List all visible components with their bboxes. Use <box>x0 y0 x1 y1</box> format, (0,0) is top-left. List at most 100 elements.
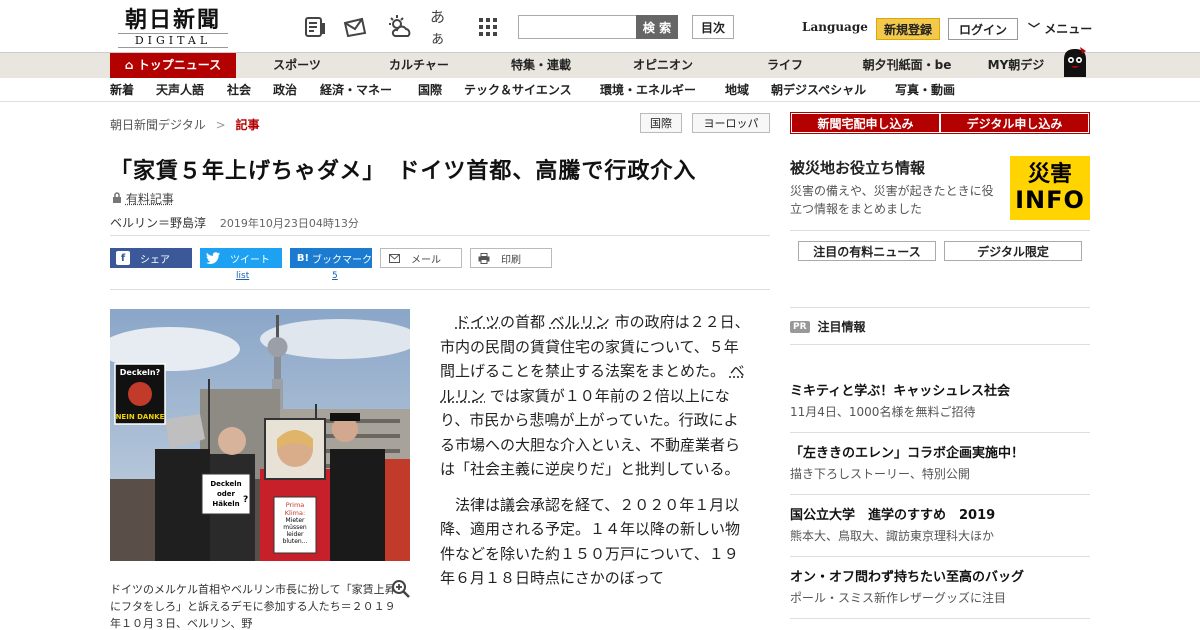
body-text: の首都 <box>500 313 546 331</box>
promo-item[interactable]: 「左ききのエレン」コラボ企画実施中！ 描き下ろしストーリー、特別公開 <box>790 442 1090 482</box>
grid-menu-icon[interactable] <box>475 14 501 40</box>
nav2-economy[interactable]: 経済・マネー <box>320 78 392 102</box>
facebook-icon: f <box>116 251 130 265</box>
disaster-info-title[interactable]: 被災地お役立ち情報 <box>790 157 925 178</box>
secondary-nav: 新着 天声人語 社会 政治 経済・マネー 国際 テック＆サイエンス 環境・エネル… <box>0 78 1200 102</box>
promo-desc: 熊本大、鳥取大、諏訪東京理科大ほか <box>790 529 995 543</box>
subscription-buttons: 新聞宅配申し込み デジタル申し込み <box>790 112 1090 134</box>
toc-button[interactable]: 目次 <box>692 15 734 39</box>
paid-article-label: 有料記事 <box>112 190 174 207</box>
nav2-special[interactable]: 朝デジスペシャル <box>771 78 866 102</box>
twitter-share-button[interactable]: ツイート <box>200 248 282 268</box>
breadcrumb-home[interactable]: 朝日新聞デジタル <box>110 118 206 132</box>
site-header: 朝日新聞 DIGITAL あぁ 検 索 目次 Language 新規登録 ログイ… <box>0 0 1200 52</box>
mail-icon <box>387 251 401 265</box>
hatena-bookmark-button[interactable]: B! ブックマーク <box>290 248 372 268</box>
nav2-tech-science[interactable]: テック＆サイエンス <box>464 78 572 102</box>
language-link[interactable]: Language <box>802 20 868 34</box>
nav-sports[interactable]: スポーツ <box>252 53 342 78</box>
bookmark-count[interactable]: 5 <box>332 271 338 281</box>
nav-top-news[interactable]: ⌂ トップニュース <box>110 53 236 78</box>
newspaper-icon[interactable] <box>302 14 328 40</box>
font-size-icon[interactable]: あぁ <box>430 8 456 47</box>
digital-only-button[interactable]: デジタル限定 <box>944 241 1082 261</box>
divider <box>790 494 1090 495</box>
sign-text: Mieter müssen leider bluten... <box>282 517 308 545</box>
register-button[interactable]: 新規登録 <box>876 18 940 40</box>
nav2-new[interactable]: 新着 <box>110 78 134 102</box>
search-button[interactable]: 検 索 <box>636 15 678 39</box>
lock-icon <box>112 192 126 206</box>
print-button[interactable]: 印刷 <box>470 248 552 268</box>
nav2-photo-video[interactable]: 写真・動画 <box>895 78 955 102</box>
divider <box>790 230 1090 231</box>
premium-news-button[interactable]: 注目の有料ニュース <box>798 241 936 261</box>
nav-my-asahi[interactable]: MY朝デジ <box>976 53 1056 78</box>
facebook-share-button[interactable]: f シェア <box>110 248 192 268</box>
search-input[interactable] <box>518 15 638 39</box>
divider <box>790 307 1090 308</box>
breadcrumb-current: 記事 <box>235 118 260 132</box>
nav-opinion[interactable]: オピニオン <box>618 53 708 78</box>
nav-life[interactable]: ライフ <box>740 53 830 78</box>
divider <box>790 344 1090 345</box>
printer-icon <box>477 251 491 265</box>
mascot-icon <box>1058 45 1092 79</box>
divider <box>790 618 1090 619</box>
tag-international[interactable]: 国際 <box>640 113 682 133</box>
tag-europe[interactable]: ヨーロッパ <box>692 113 770 133</box>
nav-label: トップニュース <box>137 58 222 72</box>
nav-culture[interactable]: カルチャー <box>374 53 464 78</box>
tweet-count[interactable]: list <box>236 271 249 281</box>
breadcrumb: 朝日新聞デジタル > 記事 <box>110 116 260 133</box>
mail-label: メール <box>411 254 441 266</box>
photo-caption: ドイツのメルケル首相やベルリン市長に扮して「家賃上昇にフタをしろ」と訴えるデモに… <box>110 583 396 630</box>
nav2-region[interactable]: 地域 <box>725 78 749 102</box>
menu-button[interactable]: ﹀ メニュー <box>1028 20 1092 37</box>
promo-heading: ミキティと学ぶ！キャッシュレス社会 <box>790 384 1010 399</box>
byline: ベルリン＝野島淳 2019年10月23日04時13分 <box>110 214 359 231</box>
nav2-environment[interactable]: 環境・エネルギー <box>600 78 696 102</box>
logo-jp: 朝日新聞 <box>124 7 221 33</box>
mail-magazine-icon[interactable] <box>342 14 368 40</box>
promo-heading: オン・オフ問わず持ちたい至高のバッグ <box>790 570 1025 585</box>
nav2-tenseijingo[interactable]: 天声人語 <box>156 78 204 102</box>
sign-text: Häkeln <box>212 500 239 508</box>
home-icon: ⌂ <box>124 58 134 72</box>
promo-item[interactable]: 国公立大学 進学のすすめ 2019 熊本大、鳥取大、諏訪東京理科大ほか <box>790 504 1090 544</box>
disaster-info-banner[interactable]: 災害 INFO <box>1010 156 1090 220</box>
nav2-society[interactable]: 社会 <box>227 78 251 102</box>
newspaper-delivery-button[interactable]: 新聞宅配申し込み <box>792 114 939 132</box>
keyword-link[interactable]: ドイツ <box>455 313 500 331</box>
promo-desc: 11月4日、1000名様を無料ご招待 <box>790 405 976 419</box>
divider <box>790 556 1090 557</box>
pr-badge: PR <box>790 320 810 333</box>
zoom-icon[interactable] <box>391 579 411 599</box>
article-photo[interactable]: Deckeln? NEIN DANKE Deckeln oder Häkeln … <box>110 309 410 561</box>
login-button[interactable]: ログイン <box>948 18 1018 40</box>
print-label: 印刷 <box>501 254 521 266</box>
sign-text: NEIN DANKE <box>116 413 165 421</box>
hatena-icon: B! <box>296 252 310 264</box>
article-body: ドイツの首都 ベルリン 市の政府は２２日、市内の民間の賃貸住宅の家賃について、５… <box>440 310 750 602</box>
menu-label: メニュー <box>1044 22 1093 36</box>
mail-share-button[interactable]: メール <box>380 248 462 268</box>
body-text: では家賃が１０年前の２倍以上になり、市民から悲鳴が上がっていた。行政による市場へ… <box>440 386 741 479</box>
keyword-link[interactable]: ベルリン <box>550 313 610 331</box>
weather-icon[interactable] <box>386 14 412 40</box>
promo-item[interactable]: オン・オフ問わず持ちたい至高のバッグ ポール・スミス新作レザーグッズに注目 <box>790 566 1090 606</box>
nav2-international[interactable]: 国際 <box>418 78 442 102</box>
promo-desc: ポール・スミス新作レザーグッズに注目 <box>790 591 1007 605</box>
nav2-politics[interactable]: 政治 <box>273 78 297 102</box>
promo-heading: 「左ききのエレン」コラボ企画実施中！ <box>790 446 1025 461</box>
nav-features[interactable]: 特集・連載 <box>496 53 586 78</box>
nav-paper[interactable]: 朝夕刊紙面・be <box>852 53 962 78</box>
twitter-icon <box>206 251 220 265</box>
digital-subscribe-button[interactable]: デジタル申し込み <box>941 114 1088 132</box>
author: ベルリン＝野島淳 <box>110 216 207 230</box>
promo-item[interactable]: ミキティと学ぶ！キャッシュレス社会 11月4日、1000名様を無料ご招待 <box>790 380 1090 420</box>
disaster-info-desc: 災害の備えや、災害が起きたときに役立つ情報をまとめました <box>790 184 994 216</box>
site-logo[interactable]: 朝日新聞 DIGITAL <box>118 7 228 48</box>
publish-datetime: 2019年10月23日04時13分 <box>219 217 359 230</box>
article-paragraph: 法律は議会承認を経て、２０２０年１月以降、適用される予定。１４年以降の新しい物件… <box>440 495 741 588</box>
